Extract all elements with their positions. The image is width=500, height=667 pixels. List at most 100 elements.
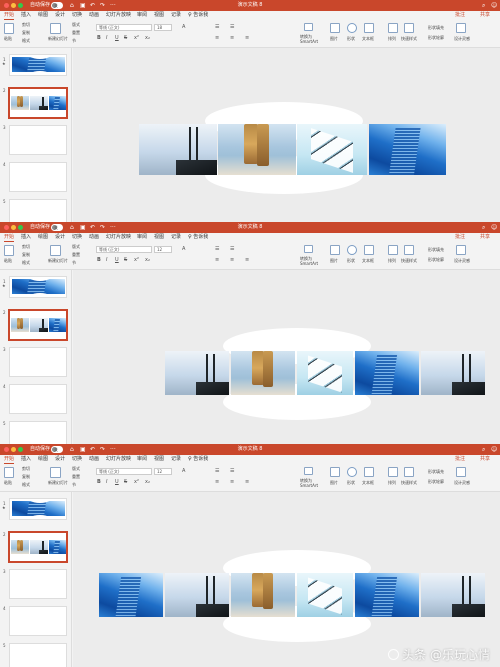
arrange-icon[interactable] [388,245,398,255]
tab-animations[interactable]: 动画 [89,12,99,19]
cut-button[interactable]: 剪切 [22,466,30,471]
tab-view[interactable]: 视图 [154,12,164,19]
slide-thumbnail-3[interactable] [9,347,67,377]
beach-photo[interactable] [231,573,295,617]
section-button[interactable]: 节 [72,482,76,487]
subscript-button[interactable]: x₂ [145,35,150,41]
slide-thumbnail-4[interactable] [9,606,67,636]
shape-outline-button[interactable]: 形状轮廓 [428,257,444,262]
tab-record[interactable]: 记录 [171,456,181,463]
align-right-icon[interactable]: ≡ [245,35,249,41]
superscript-button[interactable]: x² [134,257,139,263]
shape-outline-button[interactable]: 形状轮廓 [428,35,444,40]
search-icon[interactable]: ⌕ [482,446,485,453]
numbering-icon[interactable]: ☰ [230,24,234,30]
cut-button[interactable]: 剪切 [22,22,30,27]
italic-button[interactable]: I [106,479,107,485]
bold-button[interactable]: B [97,35,101,41]
cut-button[interactable]: 剪切 [22,244,30,249]
bridge-photo[interactable] [421,351,485,395]
layout-button[interactable]: 版式 [72,244,80,249]
city-photo[interactable] [369,124,446,175]
section-button[interactable]: 节 [72,38,76,43]
dice-photo[interactable] [297,573,353,617]
smartart-icon[interactable] [304,23,313,31]
tab-tell-me[interactable]: ♀ 告诉我 [188,12,208,19]
slide-thumbnail-1[interactable] [9,54,67,76]
textbox-icon[interactable] [364,245,374,255]
shapes-icon[interactable] [347,245,357,255]
shapes-icon[interactable] [347,23,357,33]
dice-photo[interactable] [297,351,353,395]
layout-button[interactable]: 版式 [72,466,80,471]
align-center-icon[interactable]: ≡ [230,479,234,485]
tab-animations[interactable]: 动画 [89,456,99,463]
tab-tell-me[interactable]: ♀ 告诉我 [188,234,208,241]
align-left-icon[interactable]: ≡ [215,479,219,485]
tab-review[interactable]: 审阅 [137,456,147,463]
tab-view[interactable]: 视图 [154,456,164,463]
slide-thumbnail-5[interactable] [9,421,67,444]
share-button[interactable]: 共享 [480,456,490,463]
search-icon[interactable]: ⌕ [482,2,485,9]
tab-record[interactable]: 记录 [171,234,181,241]
font-color-icon[interactable]: A [182,246,185,252]
underline-button[interactable]: U [115,257,119,263]
city-photo[interactable] [355,351,419,395]
tab-insert[interactable]: 插入 [21,234,31,241]
copy-button[interactable]: 复制 [22,474,30,479]
slide-canvas[interactable] [73,48,500,222]
picture-icon[interactable] [330,23,340,33]
paste-icon[interactable] [4,245,14,256]
tab-slideshow[interactable]: 幻灯片放映 [106,12,131,19]
tab-draw[interactable]: 绘图 [38,12,48,19]
dice-photo[interactable] [297,124,367,175]
designer-icon[interactable] [456,23,466,33]
search-icon[interactable]: ⌕ [482,224,485,231]
tab-review[interactable]: 审阅 [137,234,147,241]
tab-animations[interactable]: 动画 [89,234,99,241]
italic-button[interactable]: I [106,35,107,41]
slide-thumbnail-5[interactable] [9,199,67,222]
tab-transitions[interactable]: 切换 [72,234,82,241]
copy-button[interactable]: 复制 [22,30,30,35]
designer-icon[interactable] [456,245,466,255]
tab-transitions[interactable]: 切换 [72,12,82,19]
comments-button[interactable]: 批注 [455,12,465,19]
smartart-icon[interactable] [304,245,313,253]
tab-draw[interactable]: 绘图 [38,234,48,241]
paste-icon[interactable] [4,23,14,34]
font-size-field[interactable]: 12 [154,468,172,475]
align-left-icon[interactable]: ≡ [215,257,219,263]
bridge-photo[interactable] [421,573,485,617]
tab-review[interactable]: 审阅 [137,12,147,19]
tab-view[interactable]: 视图 [154,234,164,241]
strikethrough-button[interactable]: S [124,257,127,263]
tab-home[interactable]: 开始 [4,234,15,242]
arrange-icon[interactable] [388,23,398,33]
designer-icon[interactable] [456,467,466,477]
tab-insert[interactable]: 插入 [21,12,31,19]
slide-thumbnail-5[interactable] [9,643,67,667]
font-name-field[interactable]: 等线 (正文) [96,468,152,475]
align-right-icon[interactable]: ≡ [245,257,249,263]
bullets-icon[interactable]: ☰ [215,468,219,474]
layout-button[interactable]: 版式 [72,22,80,27]
bold-button[interactable]: B [97,479,101,485]
city-photo[interactable] [99,573,163,617]
font-size-field[interactable]: 12 [154,246,172,253]
account-icon[interactable]: ☺ [491,446,497,453]
section-button[interactable]: 节 [72,260,76,265]
superscript-button[interactable]: x² [134,479,139,485]
tab-record[interactable]: 记录 [171,12,181,19]
new-slide-icon[interactable] [50,245,61,256]
slide-canvas[interactable] [73,270,500,444]
comments-button[interactable]: 批注 [455,456,465,463]
comments-button[interactable]: 批注 [455,234,465,241]
subscript-button[interactable]: x₂ [145,257,150,263]
reset-button[interactable]: 重置 [72,252,80,257]
tab-insert[interactable]: 插入 [21,456,31,463]
strikethrough-button[interactable]: S [124,479,127,485]
tab-draw[interactable]: 绘图 [38,456,48,463]
strikethrough-button[interactable]: S [124,35,127,41]
